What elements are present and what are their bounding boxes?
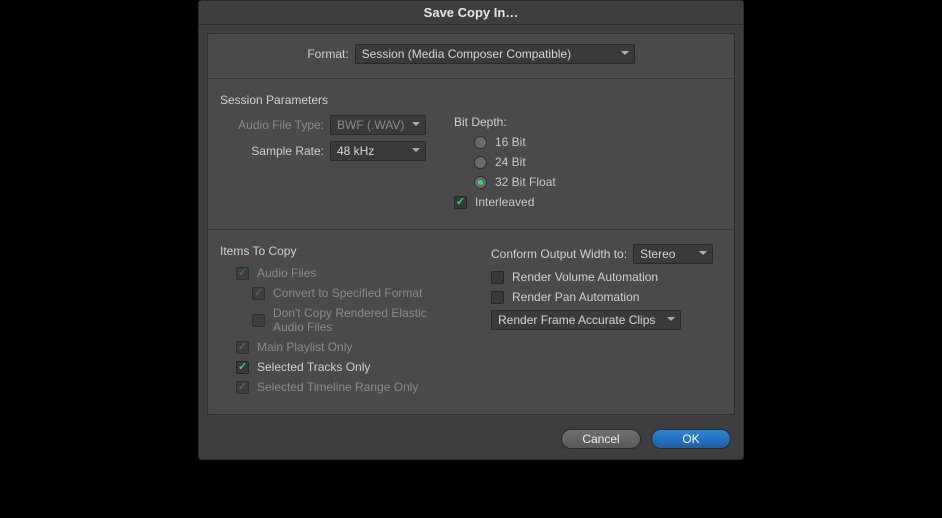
- render-pan-label: Render Pan Automation: [512, 290, 639, 304]
- bit-depth-16-radio[interactable]: [474, 136, 487, 149]
- sample-rate-dropdown[interactable]: 48 kHz: [330, 141, 426, 161]
- render-volume-checkbox[interactable]: [491, 271, 504, 284]
- ok-button[interactable]: OK: [651, 429, 731, 449]
- bit-depth-32float-label: 32 Bit Float: [495, 175, 556, 189]
- sample-rate-label: Sample Rate:: [220, 144, 324, 158]
- interleaved-checkbox[interactable]: [454, 196, 467, 209]
- interleaved-label: Interleaved: [475, 195, 534, 209]
- render-frame-dropdown[interactable]: Render Frame Accurate Clips: [491, 310, 681, 330]
- format-label: Format:: [307, 47, 348, 61]
- items-to-copy-title: Items To Copy: [220, 244, 451, 258]
- main-playlist-label: Main Playlist Only: [257, 340, 352, 354]
- convert-format-checkbox: [252, 287, 265, 300]
- conform-width-label: Conform Output Width to:: [491, 247, 627, 261]
- bit-depth-24-label: 24 Bit: [495, 155, 526, 169]
- conform-width-dropdown[interactable]: Stereo: [633, 244, 713, 264]
- main-playlist-checkbox: [236, 341, 249, 354]
- dialog-title: Save Copy In…: [199, 1, 743, 25]
- selected-timeline-checkbox: [236, 381, 249, 394]
- selected-timeline-label: Selected Timeline Range Only: [257, 380, 418, 394]
- selected-tracks-checkbox[interactable]: [236, 361, 249, 374]
- dont-copy-elastic-checkbox: [252, 314, 265, 327]
- bit-depth-label: Bit Depth:: [454, 115, 722, 129]
- convert-format-label: Convert to Specified Format: [273, 286, 422, 300]
- dialog-buttons: Cancel OK: [199, 423, 743, 459]
- bit-depth-32float-radio[interactable]: [474, 176, 487, 189]
- audio-file-type-label: Audio File Type:: [220, 118, 324, 132]
- selected-tracks-label: Selected Tracks Only: [257, 360, 370, 374]
- bit-depth-16-label: 16 Bit: [495, 135, 526, 149]
- render-pan-checkbox[interactable]: [491, 291, 504, 304]
- session-parameters-title: Session Parameters: [220, 93, 722, 107]
- audio-file-type-dropdown: BWF (.WAV): [330, 115, 426, 135]
- save-copy-in-dialog: Save Copy In… Format: Session (Media Com…: [198, 0, 744, 460]
- dont-copy-elastic-label: Don't Copy Rendered Elastic Audio Files: [273, 306, 451, 334]
- format-dropdown[interactable]: Session (Media Composer Compatible): [355, 44, 635, 64]
- render-volume-label: Render Volume Automation: [512, 270, 658, 284]
- dialog-body: Format: Session (Media Composer Compatib…: [207, 33, 735, 415]
- divider: [208, 229, 734, 230]
- cancel-button[interactable]: Cancel: [561, 429, 641, 449]
- bit-depth-24-radio[interactable]: [474, 156, 487, 169]
- divider: [208, 78, 734, 79]
- audio-files-label: Audio Files: [257, 266, 316, 280]
- audio-files-checkbox: [236, 267, 249, 280]
